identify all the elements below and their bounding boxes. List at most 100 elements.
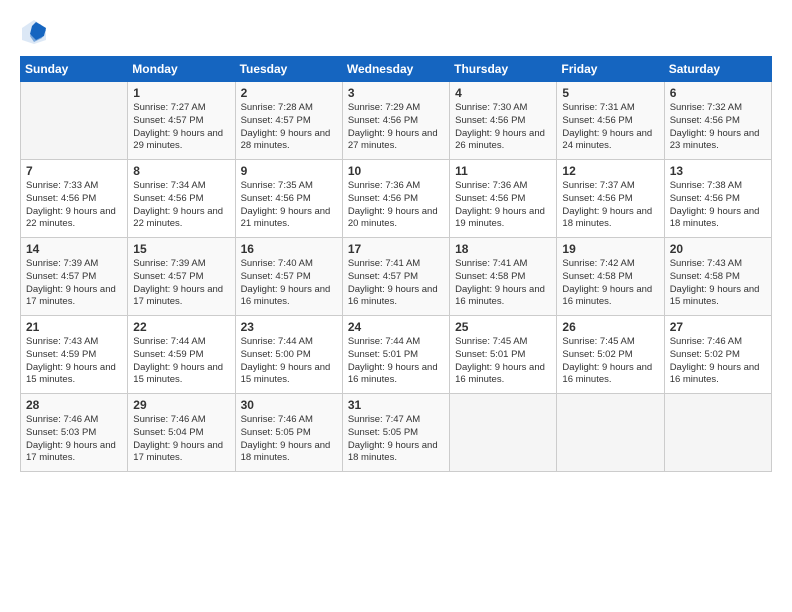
calendar-table: SundayMondayTuesdayWednesdayThursdayFrid… xyxy=(20,56,772,472)
day-info: Sunrise: 7:37 AMSunset: 4:56 PMDaylight:… xyxy=(562,180,658,231)
weekday-row: SundayMondayTuesdayWednesdayThursdayFrid… xyxy=(21,57,772,82)
calendar-cell: 11 Sunrise: 7:36 AMSunset: 4:56 PMDayligh… xyxy=(450,160,557,238)
calendar-cell: 10Sunrise: 7:36 AMSunset: 4:56 PMDayligh… xyxy=(342,160,449,238)
day-number: 16 xyxy=(241,242,337,256)
day-number: 4 xyxy=(455,86,551,100)
day-info: Sunrise: 7:33 AMSunset: 4:56 PMDaylight:… xyxy=(26,180,122,231)
calendar-cell: 6 Sunrise: 7:32 AMSunset: 4:56 PMDaylight… xyxy=(664,82,771,160)
day-number: 9 xyxy=(241,164,337,178)
day-info: Sunrise: 7:39 AMSunset: 4:57 PMDaylight:… xyxy=(133,258,229,309)
day-info: Sunrise: 7:32 AMSunset: 4:56 PMDaylight:… xyxy=(670,102,766,153)
weekday-header: Monday xyxy=(128,57,235,82)
calendar-cell: 4 Sunrise: 7:30 AMSunset: 4:56 PMDaylight… xyxy=(450,82,557,160)
calendar-cell: 13 Sunrise: 7:38 AMSunset: 4:56 PMDayligh… xyxy=(664,160,771,238)
day-number: 8 xyxy=(133,164,229,178)
calendar-cell: 12 Sunrise: 7:37 AMSunset: 4:56 PMDayligh… xyxy=(557,160,664,238)
calendar-cell: 27Sunrise: 7:46 AMSunset: 5:02 PMDayligh… xyxy=(664,316,771,394)
day-info: Sunrise: 7:42 AMSunset: 4:58 PMDaylight:… xyxy=(562,258,658,309)
day-info: Sunrise: 7:44 AMSunset: 5:01 PMDaylight:… xyxy=(348,336,444,387)
calendar-cell: 19 Sunrise: 7:42 AMSunset: 4:58 PMDayligh… xyxy=(557,238,664,316)
day-number: 22 xyxy=(133,320,229,334)
day-number: 20 xyxy=(670,242,766,256)
day-number: 28 xyxy=(26,398,122,412)
weekday-header: Saturday xyxy=(664,57,771,82)
day-info: Sunrise: 7:28 AMSunset: 4:57 PMDaylight:… xyxy=(241,102,337,153)
weekday-header: Tuesday xyxy=(235,57,342,82)
calendar-cell: 14 Sunrise: 7:39 AMSunset: 4:57 PMDayligh… xyxy=(21,238,128,316)
calendar-cell: 31Sunrise: 7:47 AMSunset: 5:05 PMDayligh… xyxy=(342,394,449,472)
day-number: 2 xyxy=(241,86,337,100)
weekday-header: Thursday xyxy=(450,57,557,82)
day-info: Sunrise: 7:44 AMSunset: 5:00 PMDaylight:… xyxy=(241,336,337,387)
day-info: Sunrise: 7:46 AMSunset: 5:05 PMDaylight:… xyxy=(241,414,337,465)
calendar-week-row: 14 Sunrise: 7:39 AMSunset: 4:57 PMDayligh… xyxy=(21,238,772,316)
calendar-cell: 18Sunrise: 7:41 AMSunset: 4:58 PMDayligh… xyxy=(450,238,557,316)
day-info: Sunrise: 7:36 AMSunset: 4:56 PMDaylight:… xyxy=(455,180,551,231)
day-info: Sunrise: 7:39 AMSunset: 4:57 PMDaylight:… xyxy=(26,258,122,309)
calendar-page: SundayMondayTuesdayWednesdayThursdayFrid… xyxy=(0,0,792,612)
day-number: 7 xyxy=(26,164,122,178)
day-number: 26 xyxy=(562,320,658,334)
day-number: 21 xyxy=(26,320,122,334)
day-number: 17 xyxy=(348,242,444,256)
day-number: 24 xyxy=(348,320,444,334)
calendar-cell: 22 Sunrise: 7:44 AMSunset: 4:59 PMDayligh… xyxy=(128,316,235,394)
day-info: Sunrise: 7:40 AMSunset: 4:57 PMDaylight:… xyxy=(241,258,337,309)
day-info: Sunrise: 7:46 AMSunset: 5:02 PMDaylight:… xyxy=(670,336,766,387)
weekday-header: Sunday xyxy=(21,57,128,82)
calendar-cell: 16 Sunrise: 7:40 AMSunset: 4:57 PMDayligh… xyxy=(235,238,342,316)
day-number: 1 xyxy=(133,86,229,100)
day-info: Sunrise: 7:43 AMSunset: 4:58 PMDaylight:… xyxy=(670,258,766,309)
calendar-cell: 30 Sunrise: 7:46 AMSunset: 5:05 PMDayligh… xyxy=(235,394,342,472)
calendar-cell: 9 Sunrise: 7:35 AMSunset: 4:56 PMDaylight… xyxy=(235,160,342,238)
day-info: Sunrise: 7:45 AMSunset: 5:02 PMDaylight:… xyxy=(562,336,658,387)
calendar-week-row: 28Sunrise: 7:46 AMSunset: 5:03 PMDayligh… xyxy=(21,394,772,472)
day-info: Sunrise: 7:41 AMSunset: 4:57 PMDaylight:… xyxy=(348,258,444,309)
day-number: 23 xyxy=(241,320,337,334)
day-info: Sunrise: 7:45 AMSunset: 5:01 PMDaylight:… xyxy=(455,336,551,387)
logo xyxy=(20,18,52,46)
day-number: 6 xyxy=(670,86,766,100)
day-info: Sunrise: 7:34 AMSunset: 4:56 PMDaylight:… xyxy=(133,180,229,231)
day-number: 11 xyxy=(455,164,551,178)
day-info: Sunrise: 7:41 AMSunset: 4:58 PMDaylight:… xyxy=(455,258,551,309)
calendar-cell: 1Sunrise: 7:27 AMSunset: 4:57 PMDaylight… xyxy=(128,82,235,160)
day-info: Sunrise: 7:36 AMSunset: 4:56 PMDaylight:… xyxy=(348,180,444,231)
calendar-body: 1Sunrise: 7:27 AMSunset: 4:57 PMDaylight… xyxy=(21,82,772,472)
logo-icon xyxy=(20,18,48,46)
calendar-cell: 3 Sunrise: 7:29 AMSunset: 4:56 PMDaylight… xyxy=(342,82,449,160)
calendar-cell: 20 Sunrise: 7:43 AMSunset: 4:58 PMDayligh… xyxy=(664,238,771,316)
calendar-cell: 17 Sunrise: 7:41 AMSunset: 4:57 PMDayligh… xyxy=(342,238,449,316)
day-info: Sunrise: 7:35 AMSunset: 4:56 PMDaylight:… xyxy=(241,180,337,231)
day-number: 5 xyxy=(562,86,658,100)
day-info: Sunrise: 7:38 AMSunset: 4:56 PMDaylight:… xyxy=(670,180,766,231)
day-number: 19 xyxy=(562,242,658,256)
day-number: 30 xyxy=(241,398,337,412)
day-number: 25 xyxy=(455,320,551,334)
day-info: Sunrise: 7:29 AMSunset: 4:56 PMDaylight:… xyxy=(348,102,444,153)
day-number: 12 xyxy=(562,164,658,178)
calendar-cell: 25 Sunrise: 7:45 AMSunset: 5:01 PMDayligh… xyxy=(450,316,557,394)
day-number: 15 xyxy=(133,242,229,256)
calendar-cell: 15 Sunrise: 7:39 AMSunset: 4:57 PMDayligh… xyxy=(128,238,235,316)
calendar-cell: 8 Sunrise: 7:34 AMSunset: 4:56 PMDaylight… xyxy=(128,160,235,238)
weekday-header: Friday xyxy=(557,57,664,82)
day-info: Sunrise: 7:31 AMSunset: 4:56 PMDaylight:… xyxy=(562,102,658,153)
day-number: 3 xyxy=(348,86,444,100)
header xyxy=(20,18,772,46)
day-info: Sunrise: 7:47 AMSunset: 5:05 PMDaylight:… xyxy=(348,414,444,465)
day-info: Sunrise: 7:30 AMSunset: 4:56 PMDaylight:… xyxy=(455,102,551,153)
day-info: Sunrise: 7:46 AMSunset: 5:04 PMDaylight:… xyxy=(133,414,229,465)
calendar-cell: 24 Sunrise: 7:44 AMSunset: 5:01 PMDayligh… xyxy=(342,316,449,394)
calendar-week-row: 7 Sunrise: 7:33 AMSunset: 4:56 PMDaylight… xyxy=(21,160,772,238)
calendar-cell: 7 Sunrise: 7:33 AMSunset: 4:56 PMDaylight… xyxy=(21,160,128,238)
weekday-header: Wednesday xyxy=(342,57,449,82)
calendar-cell xyxy=(21,82,128,160)
day-number: 14 xyxy=(26,242,122,256)
calendar-cell xyxy=(557,394,664,472)
day-number: 13 xyxy=(670,164,766,178)
day-number: 29 xyxy=(133,398,229,412)
calendar-cell: 5 Sunrise: 7:31 AMSunset: 4:56 PMDaylight… xyxy=(557,82,664,160)
day-info: Sunrise: 7:44 AMSunset: 4:59 PMDaylight:… xyxy=(133,336,229,387)
calendar-cell: 2 Sunrise: 7:28 AMSunset: 4:57 PMDaylight… xyxy=(235,82,342,160)
